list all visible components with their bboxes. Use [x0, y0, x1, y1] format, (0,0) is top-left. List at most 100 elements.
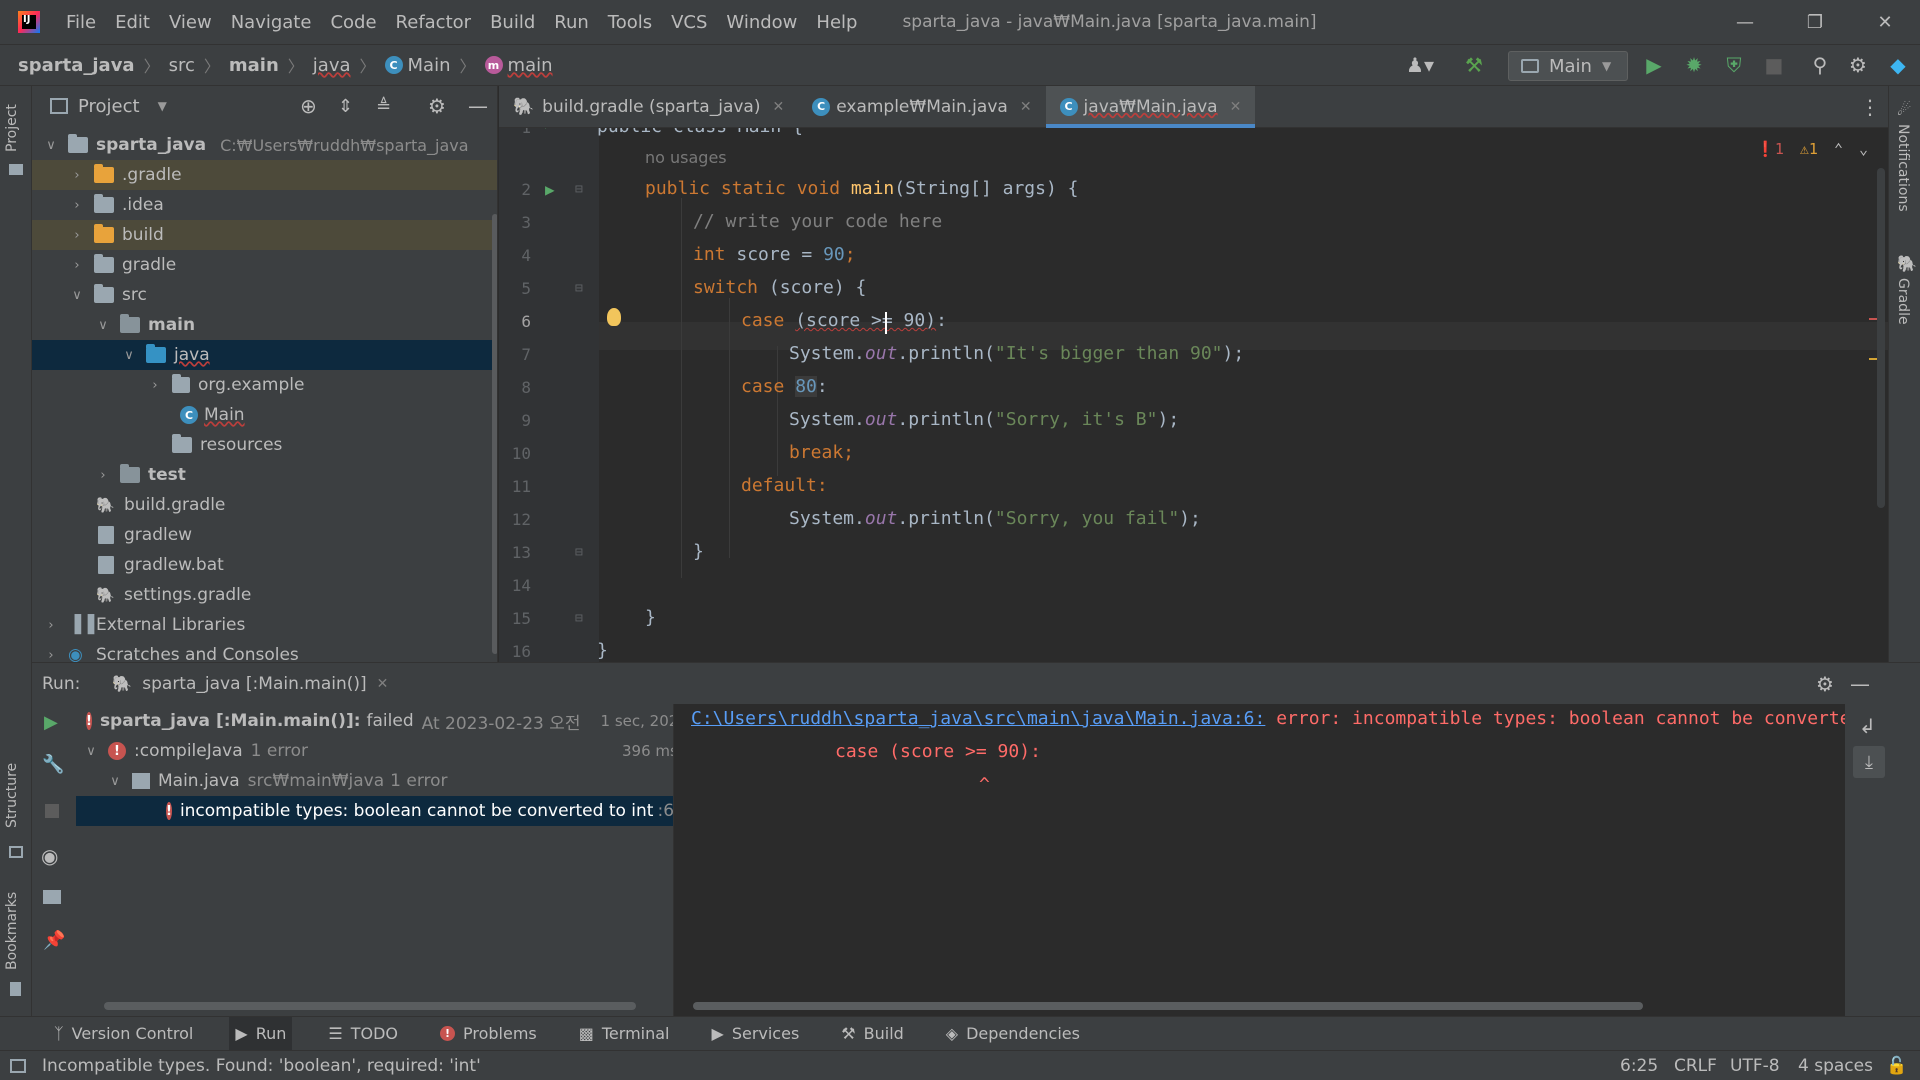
run-tab-label[interactable]: sparta_java [:Main.main()] [142, 674, 366, 694]
run-tree-root[interactable]: ! sparta_java [:Main.main()]: failed At … [76, 706, 673, 736]
gradle-tool-tab[interactable]: Gradle [1895, 278, 1911, 325]
tree-item-root[interactable]: ∨ sparta_java C:₩Users₩ruddh₩sparta_java [32, 130, 497, 160]
tree-item-settings-gradle[interactable]: 🐘 settings.gradle [32, 580, 497, 610]
tree-item-scratches[interactable]: › ◉ Scratches and Consoles [32, 640, 497, 662]
tree-item-main-class[interactable]: C Main [32, 400, 497, 430]
tool-terminal[interactable]: ▩ Terminal [573, 1017, 676, 1051]
run-gutter-icon[interactable]: ▶ [545, 180, 555, 199]
warning-count[interactable]: ⚠1 [1800, 140, 1818, 158]
stop-icon[interactable]: ■ [1754, 44, 1794, 86]
code-editor[interactable]: 1 2 3 4 5 6 7 8 9 10 11 12 13 14 15 16 ▶… [499, 128, 1888, 662]
breadcrumb-main[interactable]: main [229, 55, 279, 76]
inspection-widget[interactable]: ❗1 ⚠1 ⌃ ⌄ [1756, 140, 1868, 158]
tree-item-build-gradle[interactable]: 🐘 build.gradle [32, 490, 497, 520]
project-tool-tab[interactable]: Project [4, 104, 20, 152]
hide-icon[interactable]: — [468, 94, 488, 118]
run-icon[interactable]: ▶ [1634, 44, 1674, 86]
breadcrumb-method[interactable]: main [508, 55, 553, 76]
bookmarks-tool-tab[interactable]: Bookmarks [4, 892, 20, 970]
error-count[interactable]: ❗1 [1756, 140, 1784, 158]
project-panel-title[interactable]: Project [78, 96, 140, 117]
chevron-down-icon[interactable]: ⌄ [1859, 140, 1868, 158]
run-tree-error[interactable]: ! incompatible types: boolean cannot be … [76, 796, 673, 826]
restore-icon[interactable]: ❐ [1786, 0, 1844, 44]
pin-icon[interactable]: 📌 [43, 930, 65, 951]
wrench-icon[interactable]: 🔧 [42, 754, 64, 775]
tree-item-gradlew[interactable]: gradlew [32, 520, 497, 550]
bell-icon[interactable]: ☄ [1897, 100, 1911, 119]
fold-icon[interactable]: ⊟ [575, 182, 583, 197]
breadcrumb-class[interactable]: Main [408, 55, 451, 76]
menu-help[interactable]: Help [816, 12, 857, 33]
run-configuration-select[interactable]: Main ▼ [1508, 51, 1628, 81]
tree-item-idea[interactable]: › .idea [32, 190, 497, 220]
collapse-all-icon[interactable]: ≜ [376, 96, 391, 117]
hide-icon[interactable]: — [1850, 672, 1870, 696]
chevron-up-icon[interactable]: ⌃ [1834, 140, 1843, 158]
gear-icon[interactable]: ⚙ [428, 94, 446, 118]
tree-item-org-example[interactable]: › org.example [32, 370, 497, 400]
expand-all-icon[interactable]: ⇕ [338, 96, 353, 117]
menu-file[interactable]: File [66, 12, 96, 33]
minimize-icon[interactable]: — [1716, 0, 1774, 44]
scrollbar[interactable] [693, 1002, 1643, 1010]
tree-item-resources[interactable]: resources [32, 430, 497, 460]
user-icon[interactable]: ♟▾ [1398, 44, 1442, 86]
scroll-to-end-icon[interactable]: ⤓ [1853, 746, 1885, 778]
tab-build-gradle[interactable]: 🐘 build.gradle (sparta_java) ✕ [499, 86, 798, 128]
status-message[interactable]: Incompatible types. Found: 'boolean', re… [42, 1056, 481, 1076]
structure-tool-tab[interactable]: Structure [4, 763, 20, 828]
hammer-build-icon[interactable]: ⚒ [1452, 44, 1496, 86]
menu-window[interactable]: Window [726, 12, 797, 33]
tool-build[interactable]: ⚒ Build [835, 1017, 910, 1051]
breadcrumb-project[interactable]: sparta_java [18, 55, 135, 76]
menu-run[interactable]: Run [554, 12, 589, 33]
locate-icon[interactable]: ⊕ [300, 94, 317, 118]
tab-example-main[interactable]: C example₩Main.java ✕ [798, 86, 1045, 128]
tool-services[interactable]: ▶ Services [706, 1017, 806, 1051]
close-icon[interactable]: ✕ [1856, 0, 1914, 44]
tab-java-main[interactable]: C java₩Main.java ✕ [1045, 85, 1256, 128]
scrollbar[interactable] [104, 1002, 636, 1010]
tree-item-external-libraries[interactable]: › ▐▐ External Libraries [32, 610, 497, 640]
console-output[interactable]: C:\Users\ruddh\sparta_java\src\main\java… [675, 704, 1845, 1016]
chevron-down-icon[interactable]: ▼ [158, 99, 167, 113]
tool-todo[interactable]: ☰ TODO [322, 1017, 404, 1051]
menu-edit[interactable]: Edit [115, 12, 150, 33]
run-tree-file[interactable]: ∨ Main.java src₩main₩java 1 error [76, 766, 673, 796]
tool-dependencies[interactable]: ◈ Dependencies [940, 1017, 1086, 1051]
fold-icon[interactable]: ⊟ [575, 281, 583, 296]
layout-icon[interactable] [43, 890, 61, 904]
soft-wrap-icon[interactable]: ↲ [1859, 714, 1876, 738]
close-icon[interactable]: ✕ [772, 99, 784, 115]
tree-item-main[interactable]: ∨ main [32, 310, 497, 340]
search-icon[interactable]: ⚲ [1800, 44, 1840, 86]
line-separator[interactable]: CRLF [1674, 1056, 1717, 1076]
tree-item-build[interactable]: › build [32, 220, 497, 250]
tree-item-gradle[interactable]: › gradle [32, 250, 497, 280]
debug-icon[interactable]: ✹ [1674, 44, 1714, 86]
menu-navigate[interactable]: Navigate [231, 12, 312, 33]
notifications-tool-tab[interactable]: Notifications [1895, 124, 1911, 212]
toolbox-icon[interactable]: ◆ [1878, 44, 1918, 86]
close-icon[interactable]: ✕ [1230, 99, 1242, 115]
tool-version-control[interactable]: ᛉ Version Control [48, 1017, 199, 1051]
tree-item-dot-gradle[interactable]: › .gradle [32, 160, 497, 190]
more-tabs-icon[interactable]: ⋮ [1860, 95, 1880, 119]
rerun-icon[interactable]: ▶ [44, 712, 58, 733]
tree-item-test[interactable]: › test [32, 460, 497, 490]
menu-tools[interactable]: Tools [608, 12, 652, 33]
tool-problems[interactable]: ! Problems [434, 1017, 543, 1051]
menu-refactor[interactable]: Refactor [396, 12, 472, 33]
menu-vcs[interactable]: VCS [671, 12, 707, 33]
toggle-tool-windows-icon[interactable] [10, 1058, 26, 1073]
gear-icon[interactable]: ⚙ [1838, 44, 1878, 86]
stop-icon[interactable] [45, 804, 59, 818]
gradle-icon[interactable]: 🐘 [1897, 254, 1917, 273]
gear-icon[interactable]: ⚙ [1816, 672, 1834, 696]
breadcrumb-src[interactable]: src [169, 55, 195, 76]
tool-run[interactable]: ▶ Run [229, 1016, 293, 1051]
fold-icon[interactable]: ⊟ [575, 611, 583, 626]
coverage-icon[interactable]: ⛨ [1714, 44, 1754, 86]
lightbulb-icon[interactable] [607, 308, 621, 326]
